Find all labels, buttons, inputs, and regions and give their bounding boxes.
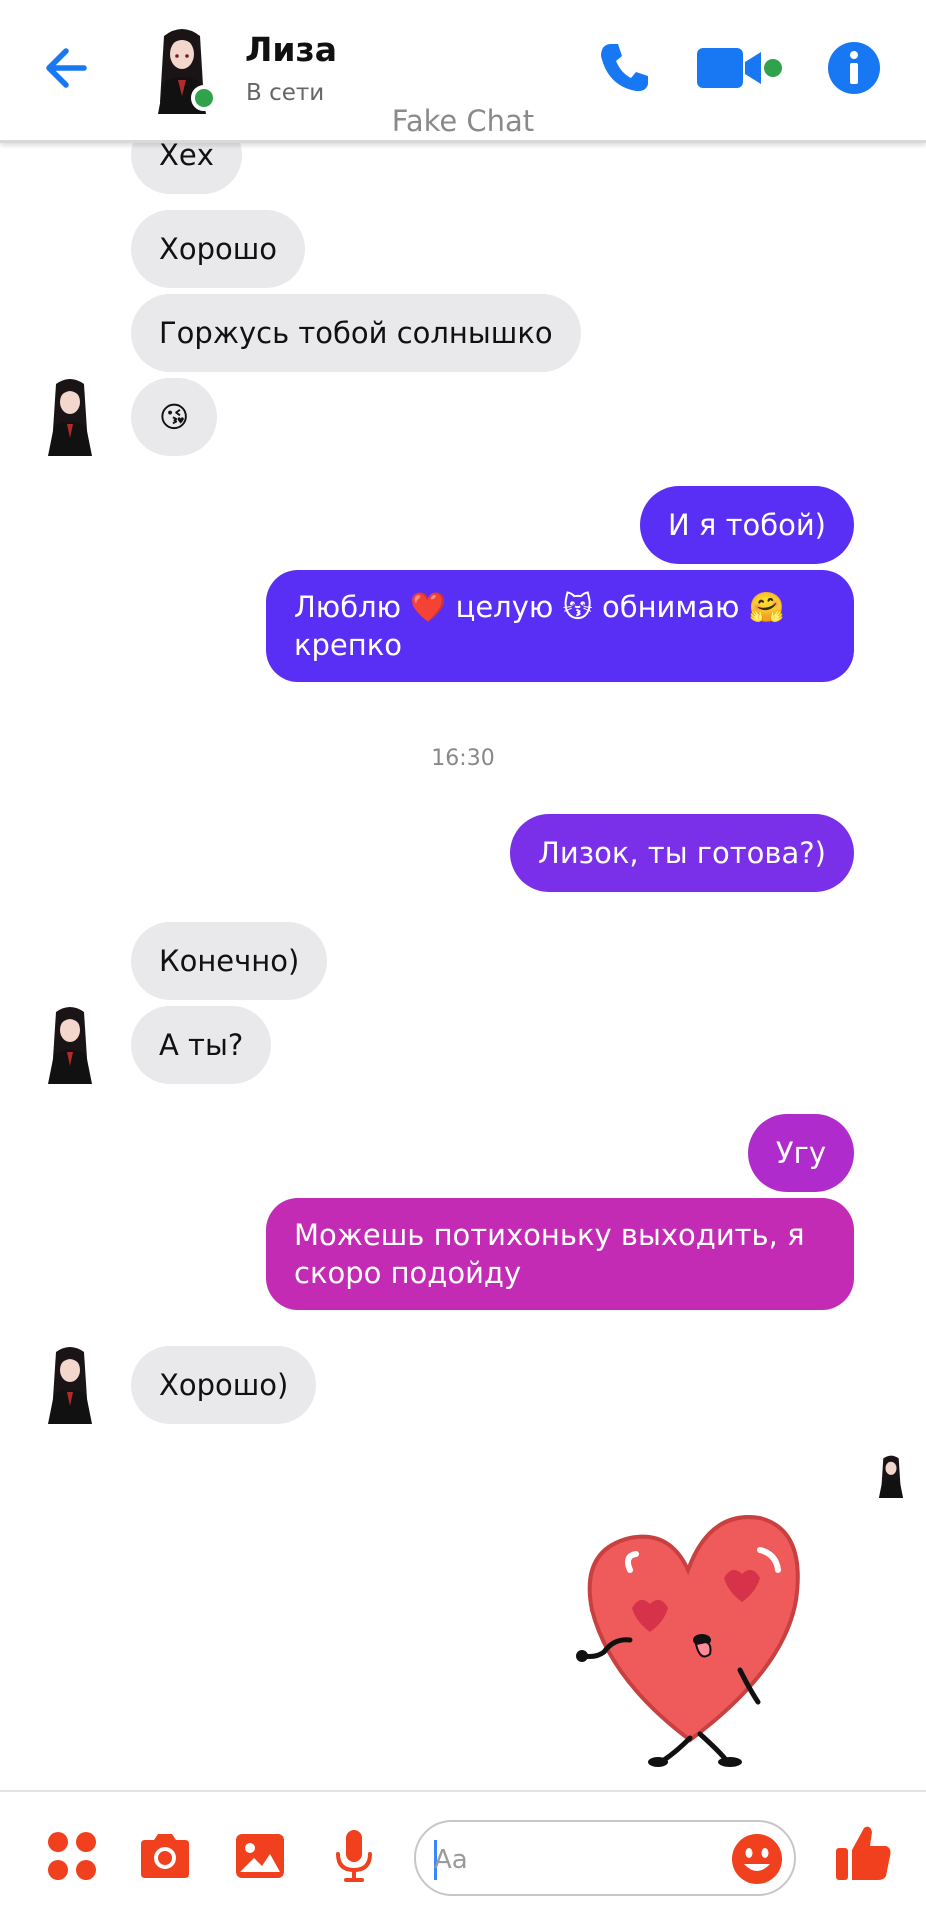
message-in[interactable]: Горжусь тобой солнышко [131, 294, 581, 372]
message-in[interactable]: А ты? [131, 1006, 272, 1084]
message-in[interactable]: Конечно) [131, 922, 328, 1000]
message-out[interactable]: Можешь потихоньку выходить, я скоро подо… [266, 1198, 854, 1310]
info-icon[interactable] [826, 40, 882, 96]
watermark: Fake Chat [391, 104, 535, 138]
seen-avatar [878, 1455, 904, 1498]
message-out[interactable]: И я тобой) [640, 486, 854, 564]
message-input[interactable] [434, 1840, 714, 1880]
message-list[interactable]: Хех Хорошо Горжусь тобой солнышко 😘 И я … [0, 140, 926, 1790]
running-heart-sticker[interactable] [570, 1490, 810, 1770]
contact-avatar-small [48, 379, 92, 456]
contact-name[interactable]: Лиза [245, 30, 337, 69]
timestamp: 16:30 [431, 746, 495, 771]
emoji-icon[interactable] [730, 1832, 784, 1886]
message-in[interactable]: Хорошо [131, 210, 306, 288]
camera-icon[interactable] [137, 1828, 193, 1884]
composer-bar [0, 1790, 926, 1920]
back-arrow-icon[interactable] [38, 40, 94, 96]
video-camera-icon[interactable] [695, 40, 785, 96]
thumbs-up-icon[interactable] [834, 1822, 894, 1884]
apps-icon[interactable] [44, 1828, 100, 1884]
contact-avatar-small [48, 1347, 92, 1424]
message-in[interactable]: Хех [131, 140, 242, 194]
microphone-icon[interactable] [326, 1828, 382, 1884]
chat-header: Лиза В сети Fake Chat [0, 0, 926, 143]
message-in[interactable]: Хорошо) [131, 1346, 317, 1424]
message-out[interactable]: Лизок, ты готова?) [510, 814, 854, 892]
message-out[interactable]: Люблю ❤️ целую 😽 обнимаю 🤗 крепко [266, 570, 854, 682]
phone-icon[interactable] [596, 40, 652, 96]
message-out[interactable]: Угу [747, 1114, 854, 1192]
contact-status: В сети [246, 80, 325, 106]
message-in-emoji[interactable]: 😘 [131, 378, 218, 456]
contact-avatar-small [48, 1007, 92, 1084]
message-input-box[interactable] [414, 1820, 796, 1896]
gallery-icon[interactable] [232, 1828, 288, 1884]
